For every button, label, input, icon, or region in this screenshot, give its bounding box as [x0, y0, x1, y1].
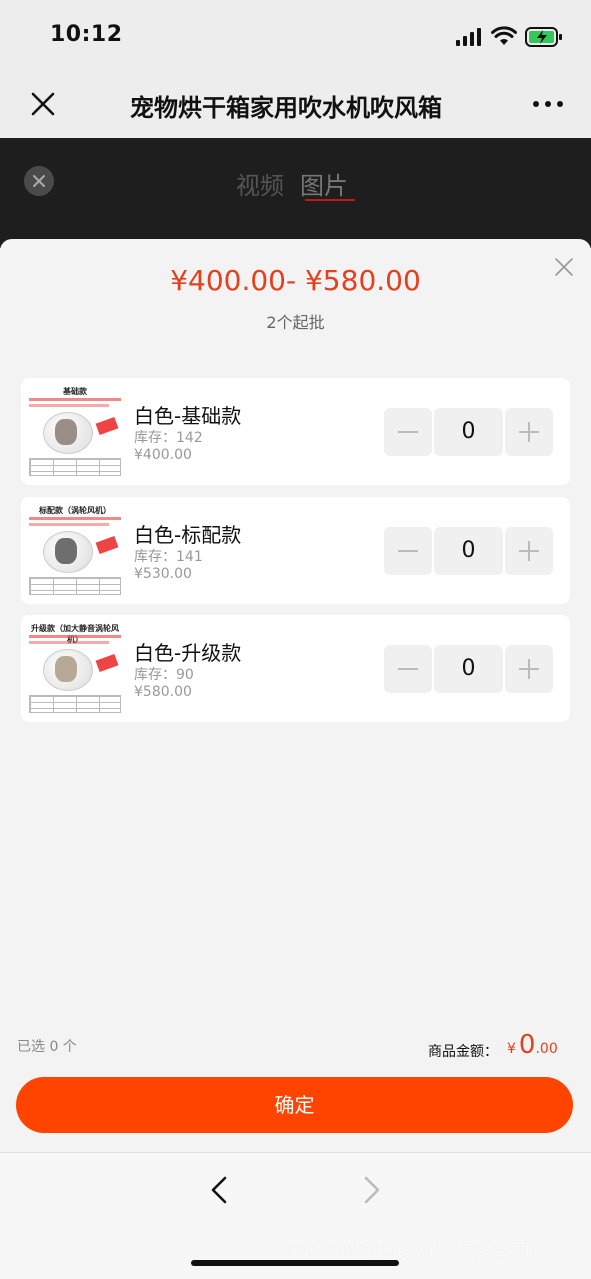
quantity-stepper: 0 [384, 408, 554, 456]
min-order: 2个起批 [266, 313, 325, 332]
confirm-button[interactable]: 确定 [16, 1077, 573, 1133]
more-icon[interactable] [531, 98, 565, 110]
selected-count: 已选 0 个 [17, 1039, 77, 1055]
total-decimal: .00 [535, 1041, 558, 1057]
sku-thumbnail: 升级款（加大静音涡轮风机） [27, 623, 123, 715]
decrease-button[interactable] [384, 408, 432, 456]
increase-button[interactable] [505, 527, 553, 575]
sku-thumbnail: 标配款（涡轮风机） [27, 505, 123, 597]
quantity-input[interactable]: 0 [434, 645, 503, 693]
tab-video[interactable]: 视频 [236, 172, 284, 200]
decrease-button[interactable] [384, 527, 432, 575]
close-icon[interactable] [30, 91, 56, 117]
close-icon [33, 175, 45, 187]
sku-name: 白色-标配款 [134, 523, 242, 547]
thumb-title: 基础款 [63, 387, 87, 396]
back-arrow-icon[interactable] [208, 1175, 230, 1205]
sku-card: 标配款（涡轮风机） 白色-标配款 库存：141 ¥530.00 0 [21, 497, 570, 604]
total-label: 商品金额： [428, 1044, 498, 1060]
home-indicator [191, 1260, 399, 1266]
page-title: 宠物烘干箱家用吹水机吹风箱 [130, 94, 442, 122]
total-amount: ¥0.00 [507, 1030, 558, 1060]
total-currency: ¥ [507, 1041, 516, 1057]
plus-icon [519, 422, 539, 442]
status-bar: 10:12 [0, 0, 591, 74]
media-viewer: 视频 图片 [0, 138, 591, 248]
sku-stock: 库存：90 [134, 667, 194, 683]
quantity-stepper: 0 [384, 527, 554, 575]
sku-card: 升级款（加大静音涡轮风机） 白色-升级款 库存：90 ¥580.00 0 [21, 615, 570, 722]
minus-icon [398, 550, 418, 552]
minus-icon [398, 431, 418, 433]
sku-price: ¥530.00 [134, 566, 192, 582]
plus-icon [519, 541, 539, 561]
sku-card: 基础款 白色-基础款 库存：142 ¥400.00 0 [21, 378, 570, 485]
sku-sheet: ¥400.00- ¥580.00 2个起批 基础款 白色-基础款 库存：142 … [0, 239, 591, 1152]
sku-price: ¥400.00 [134, 447, 192, 463]
wifi-icon [491, 26, 517, 45]
sku-thumbnail: 基础款 [27, 386, 123, 478]
viewer-close-button[interactable] [24, 166, 54, 196]
increase-button[interactable] [505, 408, 553, 456]
status-time: 10:12 [50, 22, 123, 47]
viewer-tabs: 视频 图片 [236, 166, 364, 201]
quantity-input[interactable]: 0 [434, 408, 503, 456]
active-tab-indicator [305, 199, 355, 201]
tab-images[interactable]: 图片 [300, 172, 348, 200]
quantity-stepper: 0 [384, 645, 554, 693]
sku-price: ¥580.00 [134, 684, 192, 700]
sku-stock: 库存：142 [134, 430, 203, 446]
sku-stock: 库存：141 [134, 549, 203, 565]
battery-charging-icon [525, 27, 562, 47]
forward-arrow-icon[interactable] [361, 1175, 383, 1205]
sku-name: 白色-升级款 [134, 641, 242, 665]
plus-icon [519, 659, 539, 679]
decrease-button[interactable] [384, 645, 432, 693]
cellular-signal-icon [456, 28, 481, 46]
total-integer: 0 [518, 1030, 536, 1060]
sku-name: 白色-基础款 [134, 404, 242, 428]
quantity-input[interactable]: 0 [434, 527, 503, 575]
price-range: ¥400.00- ¥580.00 [170, 264, 421, 297]
bottom-toolbar: 深圳市图内网络科技有限公司 [0, 1152, 591, 1279]
minus-icon [398, 668, 418, 670]
increase-button[interactable] [505, 645, 553, 693]
nav-bar: 宠物烘干箱家用吹水机吹风箱 [0, 74, 591, 138]
thumb-title: 标配款（涡轮风机） [39, 506, 111, 515]
